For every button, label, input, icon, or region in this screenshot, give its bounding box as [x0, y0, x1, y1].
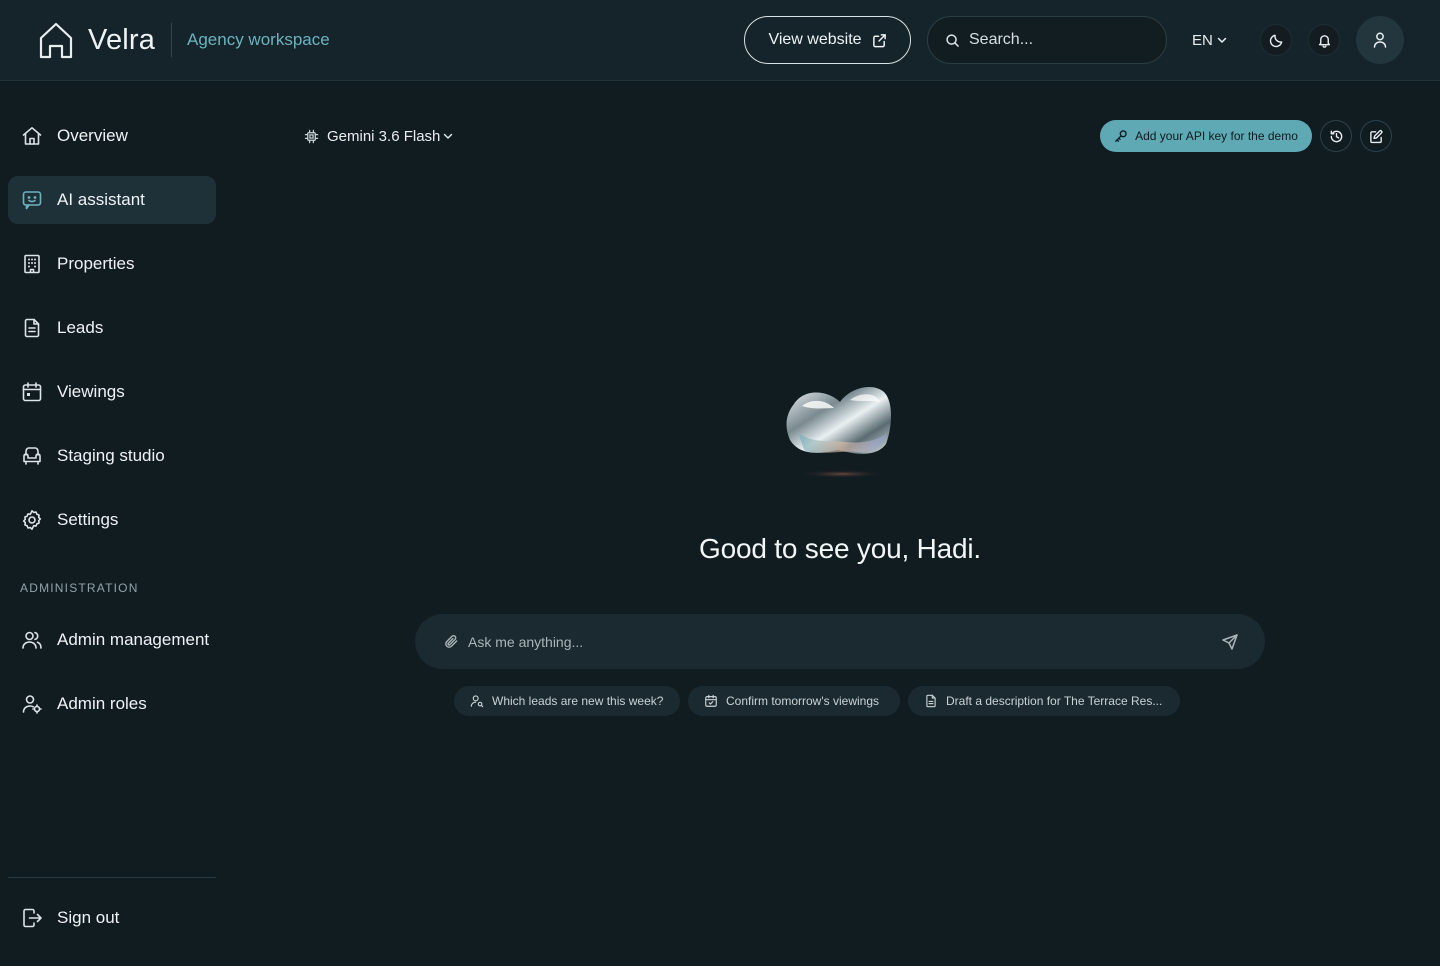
search-box[interactable]	[927, 16, 1167, 64]
external-link-icon	[872, 33, 886, 47]
search-input[interactable]	[969, 31, 1149, 49]
sidebar-item-label: Properties	[57, 254, 135, 273]
home-icon	[22, 127, 42, 145]
language-label: EN	[1192, 31, 1213, 49]
sidebar-item-admin-management[interactable]: Admin management	[8, 616, 216, 664]
users-icon	[22, 631, 42, 649]
history-button[interactable]	[1320, 120, 1352, 152]
sign-out-button[interactable]: Sign out	[8, 894, 216, 942]
workspace-label: Agency workspace	[187, 30, 330, 49]
paperclip-icon[interactable]	[444, 634, 459, 649]
history-icon	[1330, 130, 1342, 142]
sidebar-item-label: Settings	[57, 510, 119, 529]
send-icon[interactable]	[1221, 633, 1239, 651]
document-icon	[926, 694, 936, 708]
suggestion-label: Which leads are new this week?	[492, 694, 664, 708]
sidebar-item-label: Admin roles	[57, 694, 147, 713]
notifications-button[interactable]	[1308, 24, 1340, 56]
sidebar-item-admin-roles[interactable]: Admin roles	[8, 680, 216, 728]
sidebar-item-ai-assistant[interactable]: AI assistant	[8, 176, 216, 224]
add-api-key-label: Add your API key for the demo	[1135, 129, 1298, 143]
chat-bot-icon	[22, 191, 42, 210]
edit-icon	[1369, 129, 1383, 143]
sidebar-item-properties[interactable]: Properties	[8, 240, 216, 288]
brand-name[interactable]: Velra	[88, 22, 155, 58]
home-logo-icon[interactable]	[38, 21, 74, 59]
search-icon	[946, 33, 959, 47]
sidebar-item-settings[interactable]: Settings	[8, 496, 216, 544]
view-website-label: View website	[768, 31, 862, 48]
sidebar-item-staging-studio[interactable]: Staging studio	[8, 432, 216, 480]
user-roles-icon	[22, 695, 42, 714]
sidebar: Overview AI assistant Properties Leads V…	[0, 81, 224, 966]
user-search-icon	[470, 695, 484, 708]
calendar-icon	[705, 694, 717, 707]
sidebar-item-overview[interactable]: Overview	[8, 112, 216, 160]
moon-icon	[1269, 34, 1282, 47]
greeting-heading: Good to see you, Hadi.	[699, 533, 981, 564]
chevron-down-icon	[1217, 37, 1227, 43]
sidebar-item-label: AI assistant	[57, 190, 145, 209]
chat-composer	[415, 614, 1265, 669]
sign-out-icon	[23, 908, 42, 928]
bell-icon	[1318, 34, 1330, 48]
add-api-key-button[interactable]: Add your API key for the demo	[1100, 120, 1312, 152]
suggestion-chip-confirm-viewings[interactable]: Confirm tomorrow's viewings	[688, 686, 900, 716]
model-selector[interactable]: Gemini 3.6 Flash	[304, 125, 454, 147]
sidebar-item-label: Admin management	[57, 630, 210, 649]
new-chat-button[interactable]	[1360, 120, 1392, 152]
building-icon	[24, 254, 40, 274]
user-icon	[1373, 32, 1387, 48]
chevron-down-icon	[444, 133, 453, 139]
sidebar-item-label: Overview	[57, 126, 128, 145]
sidebar-item-label: Leads	[57, 318, 104, 337]
sidebar-item-viewings[interactable]: Viewings	[8, 368, 216, 416]
sidebar-item-label: Staging studio	[57, 446, 165, 465]
model-name: Gemini 3.6 Flash	[327, 127, 441, 145]
key-icon	[1115, 130, 1127, 142]
calendar-icon	[22, 382, 42, 402]
suggestion-label: Confirm tomorrow's viewings	[726, 694, 879, 708]
sidebar-item-leads[interactable]: Leads	[8, 304, 216, 352]
user-avatar-button[interactable]	[1356, 16, 1404, 64]
top-header: Velra Agency workspace View website EN	[0, 0, 1440, 81]
suggestion-label: Draft a description for The Terrace Res.…	[946, 694, 1163, 708]
brand-divider	[171, 23, 172, 57]
assistant-orb-image	[786, 387, 891, 478]
sidebar-divider	[8, 877, 216, 878]
theme-toggle-button[interactable]	[1260, 24, 1292, 56]
document-icon	[24, 318, 40, 338]
language-selector[interactable]: EN	[1192, 28, 1228, 52]
suggestion-chip-new-leads[interactable]: Which leads are new this week?	[454, 686, 680, 716]
administration-section-label: ADMINISTRATION	[20, 581, 139, 595]
sign-out-label: Sign out	[57, 908, 120, 927]
chip-icon	[304, 129, 319, 143]
sidebar-item-label: Viewings	[57, 382, 125, 401]
chat-input[interactable]	[468, 633, 1212, 650]
armchair-icon	[23, 447, 41, 465]
view-website-button[interactable]: View website	[744, 16, 911, 64]
suggestion-chip-draft-description[interactable]: Draft a description for The Terrace Res.…	[908, 686, 1180, 716]
gear-icon	[22, 510, 42, 530]
